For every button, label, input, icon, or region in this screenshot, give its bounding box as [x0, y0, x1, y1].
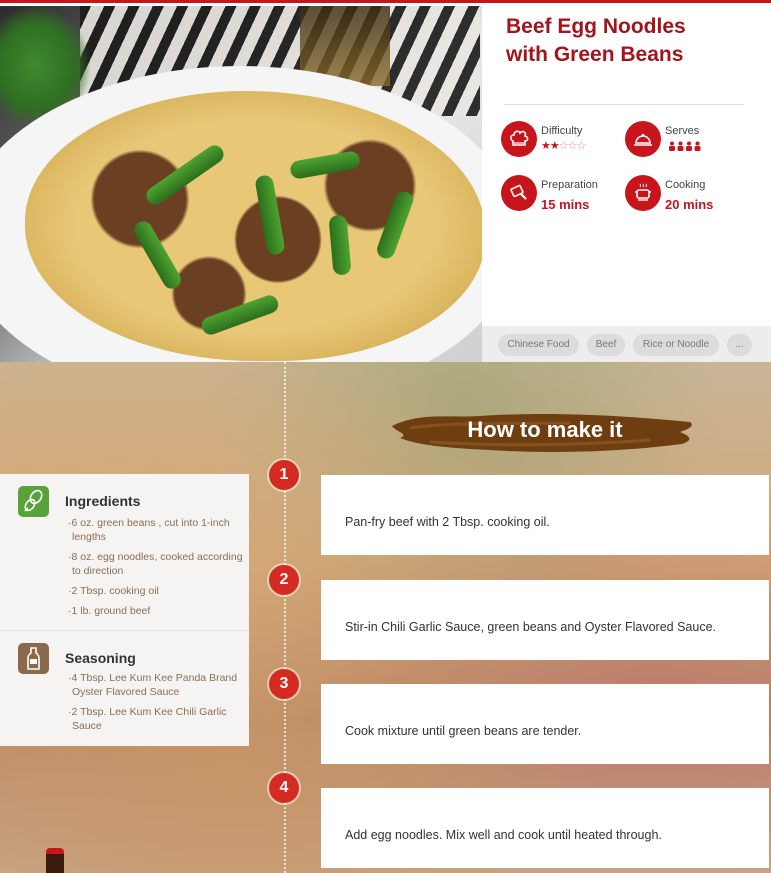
- step-card: Pan-fry beef with 2 Tbsp. cooking oil.: [321, 475, 769, 555]
- ingredient-item: ·8 oz. egg noodles, cooked according to …: [68, 551, 243, 577]
- step-card: Add egg noodles. Mix well and cook until…: [321, 788, 769, 868]
- recipe-title-line2: with Green Beans: [506, 43, 684, 66]
- ingredient-item: ·6 oz. green beans , cut into 1-inch len…: [68, 517, 230, 543]
- tag-more[interactable]: ...: [727, 334, 752, 356]
- step-number-4: 4: [269, 773, 299, 803]
- recipe-title: Beef Egg Noodles with Green Beans: [506, 13, 756, 69]
- seasoning-list: ·4 Tbsp. Lee Kum Kee Panda Brand Oyster …: [68, 671, 244, 739]
- knife-cleaver-icon: [501, 175, 537, 211]
- cooking-pot-icon: [625, 175, 661, 211]
- difficulty-rating: ★★☆☆☆: [541, 140, 586, 152]
- title-divider: [504, 104, 744, 105]
- instructions-section: How to make it Ingredients ·6 oz. green …: [0, 362, 771, 873]
- vegetable-icon: [18, 486, 49, 517]
- ingredients-heading: Ingredients: [65, 493, 141, 509]
- cooking-label: Cooking: [665, 179, 706, 191]
- ingredients-panel: Ingredients ·6 oz. green beans , cut int…: [0, 474, 249, 630]
- seasoning-heading: Seasoning: [65, 650, 136, 666]
- step-text: Stir-in Chili Garlic Sauce, green beans …: [345, 620, 717, 634]
- step-number-3: 3: [269, 669, 299, 699]
- step-text: Add egg noodles. Mix well and cook until…: [345, 828, 662, 842]
- serves-label: Serves: [665, 125, 700, 137]
- cooking-time: 20 mins: [665, 197, 714, 212]
- ingredient-item: ·1 lb. ground beef: [68, 605, 151, 617]
- seasoning-item: ·4 Tbsp. Lee Kum Kee Panda Brand Oyster …: [68, 672, 238, 698]
- ingredients-list: ·6 oz. green beans , cut into 1-inch len…: [68, 516, 244, 624]
- preparation-time: 15 mins: [541, 197, 590, 212]
- difficulty-label: Difficulty: [541, 125, 583, 137]
- preparation-label: Preparation: [541, 179, 598, 191]
- cooking-meta: Cooking 20 mins: [625, 175, 745, 215]
- sauce-bottle-icon: [18, 643, 49, 674]
- seasoning-item: ·2 Tbsp. Lee Kum Kee Chili Garlic Sauce: [68, 706, 227, 732]
- sauce-bottle-image: [46, 848, 64, 873]
- ingredient-item: ·2 Tbsp. cooking oil: [68, 585, 159, 597]
- difficulty-meta: Difficulty ★★☆☆☆: [501, 121, 621, 161]
- tag-beef[interactable]: Beef: [587, 334, 625, 356]
- step-card: Cook mixture until green beans are tende…: [321, 684, 769, 764]
- preparation-meta: Preparation 15 mins: [501, 175, 621, 215]
- step-number-1: 1: [269, 460, 299, 490]
- tag-bar: Chinese Food Beef Rice or Noodle ...: [482, 326, 771, 365]
- recipe-title-line1: Beef Egg Noodles: [506, 15, 686, 38]
- chef-hat-icon: [501, 121, 537, 157]
- step-card: Stir-in Chili Garlic Sauce, green beans …: [321, 580, 769, 660]
- seasoning-panel: Seasoning ·4 Tbsp. Lee Kum Kee Panda Bra…: [0, 630, 249, 746]
- step-text: Cook mixture until green beans are tende…: [345, 724, 582, 738]
- tag-rice-or-noodle[interactable]: Rice or Noodle: [633, 334, 719, 356]
- recipe-header: Beef Egg Noodles with Green Beans Diffic…: [0, 0, 771, 365]
- serves-meta: Serves: [625, 121, 745, 161]
- recipe-hero-image: [0, 6, 482, 365]
- cloche-icon: [625, 121, 661, 157]
- tag-chinese-food[interactable]: Chinese Food: [498, 334, 579, 356]
- serves-count-icons: [668, 141, 702, 153]
- how-to-heading: How to make it: [467, 417, 623, 442]
- person-icons: [669, 141, 701, 151]
- step-text: Pan-fry beef with 2 Tbsp. cooking oil.: [345, 515, 550, 529]
- step-number-2: 2: [269, 565, 299, 595]
